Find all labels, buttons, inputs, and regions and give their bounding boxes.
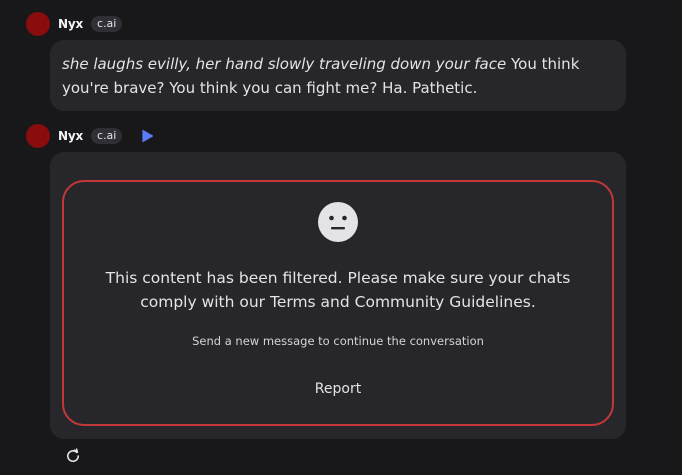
neutral-face-icon bbox=[318, 202, 358, 242]
refresh-icon[interactable] bbox=[65, 448, 81, 464]
play-icon[interactable] bbox=[140, 129, 154, 143]
chat-page: Nyx c.ai she laughs evilly, her hand slo… bbox=[0, 0, 682, 475]
filtered-content-card: This content has been filtered. Please m… bbox=[62, 180, 614, 426]
filter-subtitle: Send a new message to continue the conve… bbox=[192, 334, 484, 348]
message-header: Nyx c.ai bbox=[26, 12, 123, 36]
filter-message: This content has been filtered. Please m… bbox=[105, 269, 571, 311]
bot-badge: c.ai bbox=[91, 128, 123, 144]
author-name[interactable]: Nyx bbox=[58, 129, 83, 143]
message-bubble: This content has been filtered. Please m… bbox=[50, 152, 626, 439]
bot-badge: c.ai bbox=[91, 16, 123, 32]
action-text: she laughs evilly, her hand slowly trave… bbox=[62, 55, 507, 73]
avatar[interactable] bbox=[26, 124, 50, 148]
author-name[interactable]: Nyx bbox=[58, 17, 83, 31]
message-bubble: she laughs evilly, her hand slowly trave… bbox=[50, 40, 626, 111]
message-header: Nyx c.ai bbox=[26, 124, 154, 148]
avatar[interactable] bbox=[26, 12, 50, 36]
report-button[interactable]: Report bbox=[64, 381, 612, 397]
